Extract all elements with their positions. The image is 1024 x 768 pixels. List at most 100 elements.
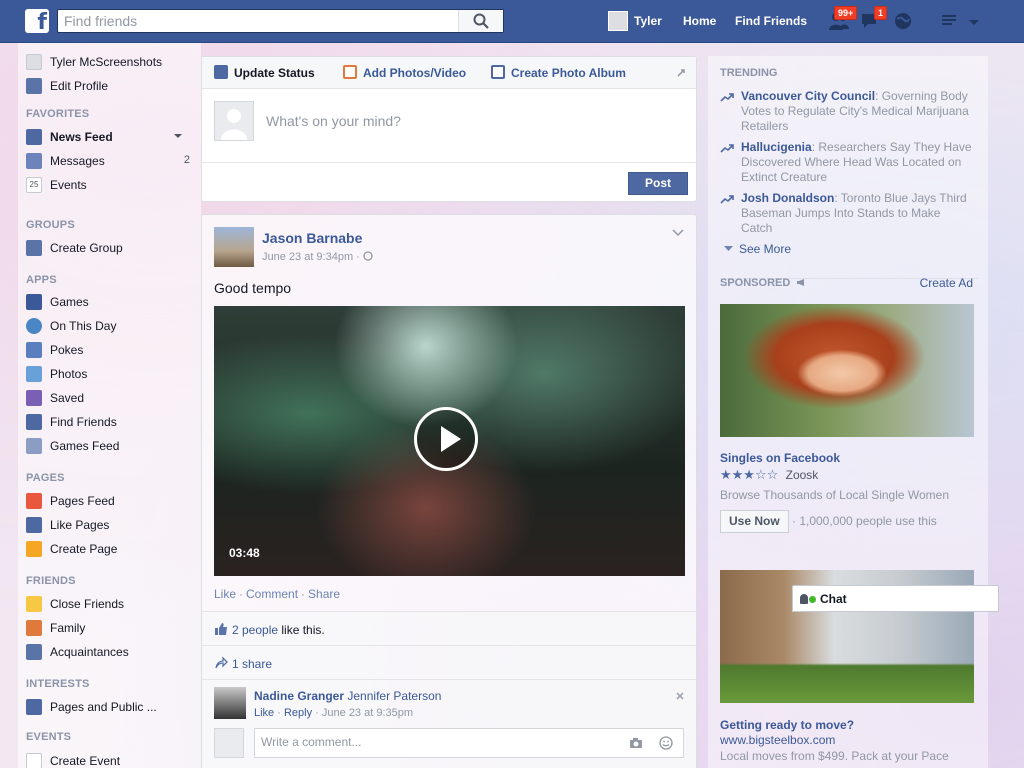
sidebar-item-events[interactable]: 25 Events bbox=[26, 176, 196, 194]
privacy-shortcuts-jewel[interactable] bbox=[941, 11, 963, 31]
megaphone-icon bbox=[26, 493, 42, 509]
sidebar-item-saved[interactable]: Saved bbox=[26, 389, 196, 407]
create-ad-link[interactable]: Create Ad bbox=[920, 276, 973, 290]
sidebar-item-find-friends[interactable]: Find Friends bbox=[26, 413, 196, 431]
status-input[interactable] bbox=[266, 113, 666, 129]
sidebar-item-games-feed[interactable]: Games Feed bbox=[26, 437, 196, 455]
sidebar-item-messages[interactable]: Messages 2 bbox=[26, 152, 196, 170]
likers-link[interactable]: 2 people bbox=[232, 623, 278, 637]
messages-icon bbox=[26, 153, 42, 169]
chevron-down-icon bbox=[969, 20, 979, 25]
my-comment-avatar bbox=[214, 728, 244, 758]
friend-requests-jewel[interactable]: 99+ bbox=[828, 6, 858, 31]
calendar-icon: 25 bbox=[26, 177, 42, 193]
see-more-link[interactable]: See More bbox=[724, 242, 791, 256]
story-timestamp[interactable]: June 23 at 9:34pm · bbox=[262, 251, 373, 263]
like-link[interactable]: Like bbox=[214, 587, 236, 601]
tab-create-photo-album[interactable]: Create Photo Album bbox=[491, 65, 626, 80]
tab-update-status[interactable]: Update Status bbox=[214, 65, 315, 80]
chevron-down-icon[interactable] bbox=[174, 134, 182, 139]
story-text: Good tempo bbox=[214, 280, 292, 296]
sidebar-item-close-friends[interactable]: Close Friends bbox=[26, 595, 196, 613]
video-duration: 03:48 bbox=[229, 546, 260, 560]
camera-icon[interactable] bbox=[629, 737, 643, 749]
account-menu-jewel[interactable] bbox=[968, 16, 990, 36]
ad-title[interactable]: Getting ready to move? bbox=[720, 718, 854, 732]
commenter-avatar[interactable] bbox=[214, 687, 246, 719]
post-button[interactable]: Post bbox=[628, 172, 688, 195]
sidebar-item-label: Create Page bbox=[50, 542, 118, 556]
nav-avatar[interactable] bbox=[608, 11, 628, 31]
sidebar-item-acquaintances[interactable]: Acquaintances bbox=[26, 643, 196, 661]
comment-author[interactable]: Nadine Granger bbox=[254, 689, 344, 703]
sidebar-item-label: Find Friends bbox=[50, 415, 117, 429]
sidebar-item-on-this-day[interactable]: On This Day bbox=[26, 317, 196, 335]
sidebar-item-create-page[interactable]: Create Page bbox=[26, 540, 196, 558]
ad-image-singles[interactable] bbox=[720, 304, 974, 437]
sidebar-item-label: News Feed bbox=[50, 130, 113, 144]
sidebar-item-family[interactable]: Family bbox=[26, 619, 196, 637]
search-input[interactable] bbox=[58, 10, 458, 32]
trending-topic[interactable]: Vancouver City Council bbox=[741, 89, 875, 103]
family-icon bbox=[26, 620, 42, 636]
thumbs-up-icon bbox=[26, 517, 42, 533]
favorites-header: FAVORITES bbox=[26, 108, 90, 120]
sidebar-item-pokes[interactable]: Pokes bbox=[26, 341, 196, 359]
play-icon[interactable] bbox=[414, 407, 478, 471]
author-avatar[interactable] bbox=[214, 227, 254, 267]
tab-add-photos-video[interactable]: Add Photos/Video bbox=[343, 65, 466, 80]
sidebar-item-pages-and-public[interactable]: Pages and Public ... bbox=[26, 698, 196, 716]
sidebar-item-label: Pages Feed bbox=[50, 494, 115, 508]
sidebar-item-news-feed[interactable]: News Feed bbox=[26, 128, 196, 146]
sidebar-item-create-group[interactable]: Create Group bbox=[26, 239, 196, 257]
use-now-button[interactable]: Use Now bbox=[720, 510, 789, 533]
search-box[interactable] bbox=[57, 9, 504, 33]
sidebar-item-profile[interactable]: Tyler McScreenshots bbox=[26, 53, 196, 71]
share-link[interactable]: Share bbox=[308, 587, 340, 601]
messages-jewel[interactable]: 1 bbox=[860, 6, 888, 31]
emoji-icon[interactable] bbox=[659, 736, 673, 750]
interests-header: INTERESTS bbox=[26, 678, 90, 690]
comment-box[interactable] bbox=[254, 728, 684, 758]
comment-timestamp[interactable]: June 23 at 9:35pm bbox=[322, 707, 413, 719]
notifications-jewel[interactable] bbox=[892, 11, 914, 31]
search-button[interactable] bbox=[458, 10, 503, 32]
camera-icon bbox=[343, 65, 357, 79]
ad-title[interactable]: Singles on Facebook bbox=[720, 451, 840, 465]
sidebar-item-create-event[interactable]: Create Event bbox=[26, 752, 196, 768]
sidebar-item-label: Family bbox=[50, 621, 86, 635]
trending-item[interactable]: Josh Donaldson: Toronto Blue Jays Third … bbox=[720, 191, 978, 236]
nav-home[interactable]: Home bbox=[683, 14, 716, 28]
nav-find-friends[interactable]: Find Friends bbox=[735, 14, 807, 28]
facebook-logo[interactable]: f bbox=[25, 9, 49, 35]
sidebar-item-like-pages[interactable]: Like Pages bbox=[26, 516, 196, 534]
sidebar-item-edit-profile[interactable]: Edit Profile bbox=[26, 77, 196, 95]
close-icon[interactable] bbox=[676, 692, 684, 700]
story-author[interactable]: Jason Barnabe bbox=[262, 230, 362, 246]
composer-avatar bbox=[214, 101, 254, 141]
comment-reply-link[interactable]: Reply bbox=[284, 707, 312, 719]
sidebar-item-games[interactable]: Games bbox=[26, 293, 196, 311]
chat-tab[interactable]: Chat bbox=[792, 585, 999, 612]
video-player[interactable]: 03:48 bbox=[214, 306, 685, 576]
ad-url[interactable]: www.bigsteelbox.com bbox=[720, 733, 835, 747]
comment-input[interactable] bbox=[261, 735, 621, 749]
comment-mention[interactable]: Jennifer Paterson bbox=[347, 689, 441, 703]
chevron-down-icon[interactable] bbox=[672, 229, 684, 237]
pages-header: PAGES bbox=[26, 472, 65, 484]
trending-topic[interactable]: Josh Donaldson bbox=[741, 191, 834, 205]
shares-link[interactable]: 1 share bbox=[232, 657, 272, 671]
trending-item[interactable]: Hallucigenia: Researchers Say They Have … bbox=[720, 140, 978, 185]
comment-meta: Like · Reply · June 23 at 9:35pm bbox=[254, 707, 414, 719]
comment-like-link[interactable]: Like bbox=[254, 707, 274, 719]
globe-icon bbox=[363, 251, 373, 261]
sidebar-item-photos[interactable]: Photos bbox=[26, 365, 196, 383]
create-event-icon bbox=[26, 753, 42, 768]
sidebar-item-pages-feed[interactable]: Pages Feed bbox=[26, 492, 196, 510]
pin-icon[interactable] bbox=[676, 68, 686, 78]
trending-topic[interactable]: Hallucigenia bbox=[741, 140, 812, 154]
trending-item[interactable]: Vancouver City Council: Governing Body V… bbox=[720, 89, 978, 134]
comment-link[interactable]: Comment bbox=[246, 587, 298, 601]
sidebar-item-label: Events bbox=[50, 178, 87, 192]
nav-profile-name[interactable]: Tyler bbox=[634, 14, 662, 28]
